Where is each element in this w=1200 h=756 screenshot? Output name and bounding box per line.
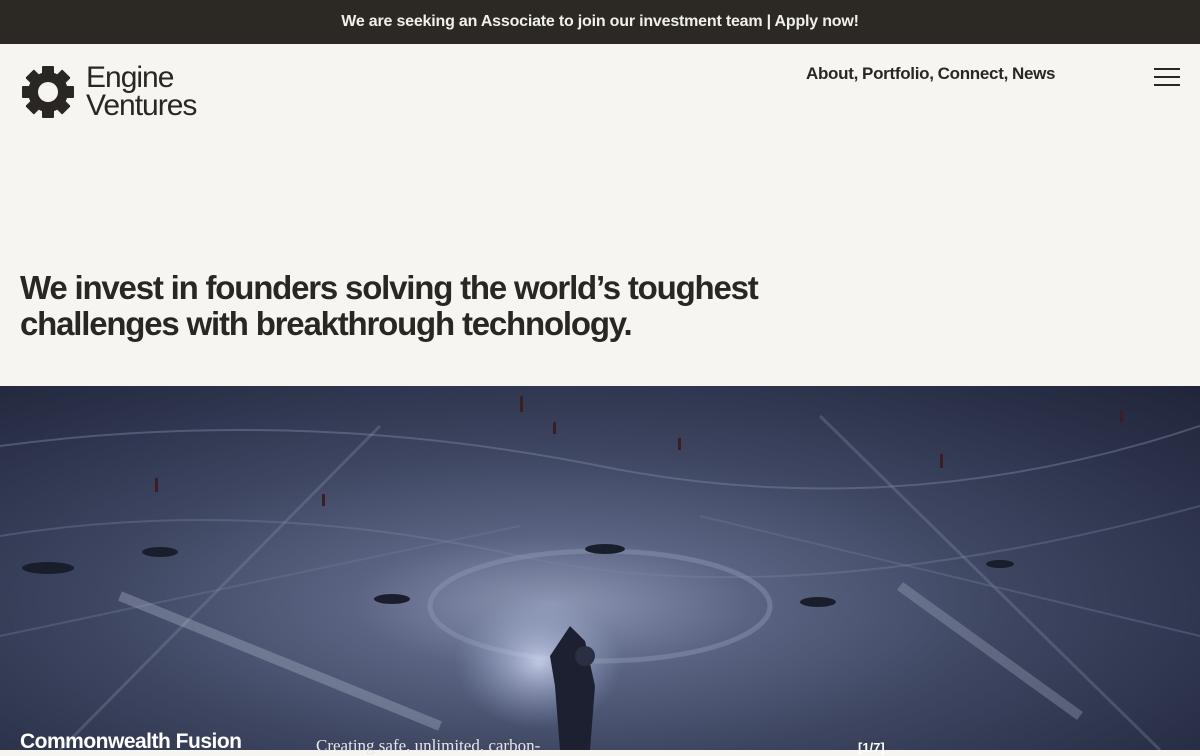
announcement-bar[interactable]: We are seeking an Associate to join our … <box>0 0 1200 44</box>
slide-description: Creating safe, unlimited, carbon- <box>316 736 541 755</box>
brand-logo-link[interactable]: Engine Ventures <box>20 61 197 122</box>
menu-line <box>1154 76 1180 78</box>
hero-media <box>0 386 1200 750</box>
slide-counter: [1/7] <box>858 740 885 755</box>
nav-separator: , <box>853 64 859 83</box>
brand-wordmark: Engine Ventures <box>86 61 197 122</box>
nav-item-news[interactable]: News <box>1012 64 1056 84</box>
hero-photo <box>0 396 1200 750</box>
announcement-text: We are seeking an Associate to join our … <box>341 13 859 30</box>
hero-heading: We invest in founders solving the world’… <box>20 269 759 342</box>
main-nav: About , Portfolio , Connect , News <box>806 64 1056 84</box>
brand-line-2: Ventures <box>86 89 197 122</box>
brand-line-1: Engine <box>86 61 174 94</box>
menu-line <box>1154 84 1180 86</box>
slide-company-title[interactable]: Commonwealth Fusion <box>20 730 242 754</box>
nav-item-connect[interactable]: Connect <box>938 64 1004 84</box>
hamburger-menu-icon[interactable] <box>1154 68 1180 86</box>
nav-item-portfolio[interactable]: Portfolio <box>862 64 929 84</box>
nav-separator: , <box>1003 64 1009 83</box>
menu-line <box>1154 68 1180 70</box>
gear-logo-icon <box>22 66 74 118</box>
nav-separator: , <box>929 64 934 83</box>
nav-item-about[interactable]: About <box>806 64 854 84</box>
site-header: Engine Ventures About , Portfolio , Conn… <box>0 44 1200 144</box>
